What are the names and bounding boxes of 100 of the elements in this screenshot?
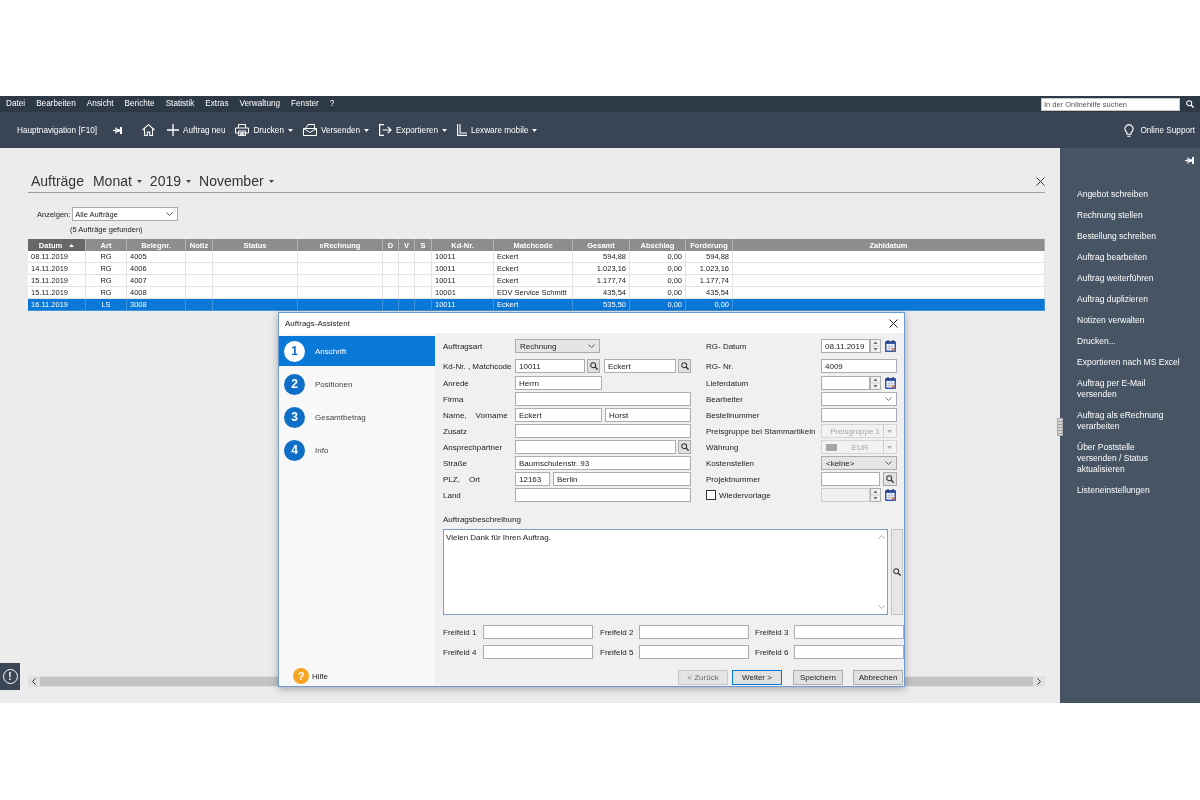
search-icon[interactable] <box>1186 100 1194 108</box>
sidebar-link[interactable]: Angebot schreiben <box>1077 189 1148 200</box>
navigation-button[interactable]: Hauptnavigation [F10] <box>17 120 98 140</box>
cancel-button[interactable]: Abbrechen <box>853 670 903 685</box>
input-field[interactable] <box>794 645 904 659</box>
menu-item[interactable]: ? <box>324 96 340 112</box>
calendar-icon[interactable] <box>885 340 896 352</box>
field-label: Lieferdatum <box>706 378 749 388</box>
corner-icon <box>457 124 467 136</box>
sidebar-link[interactable]: Auftrag bearbeiten <box>1077 252 1147 263</box>
caret-icon <box>136 179 142 183</box>
input-field[interactable]: Berlin <box>553 472 691 486</box>
alert-button[interactable]: ! <box>0 663 20 690</box>
caret-icon <box>887 445 892 449</box>
field-label: Vorname <box>475 410 508 420</box>
field-label: Kostenstellen <box>706 458 755 468</box>
chevron-left-icon[interactable] <box>32 678 36 685</box>
input-field[interactable]: 12163 <box>515 472 550 486</box>
input-field[interactable]: Eckert <box>515 408 602 422</box>
sidebar-link[interactable]: Exportieren nach MS Excel <box>1077 357 1180 368</box>
field-label: Firma <box>443 394 464 404</box>
search-button[interactable] <box>587 359 600 373</box>
field-label: Auftragsart <box>443 341 483 351</box>
search-button[interactable] <box>883 472 897 486</box>
save-button[interactable]: Speichern <box>793 670 843 685</box>
sidebar-link[interactable]: Über Poststelle versenden / Status aktualisieren <box>1077 442 1148 475</box>
next-button[interactable]: Weiter > <box>732 670 782 685</box>
pin-icon[interactable] <box>1185 157 1194 164</box>
wizard-step[interactable]: 2 Positionen <box>279 369 435 399</box>
menu-item[interactable]: Berichte <box>119 96 161 112</box>
splitter-handle[interactable] <box>1057 418 1063 436</box>
input-field[interactable] <box>821 472 880 486</box>
sidebar-link[interactable]: Notizen verwalten <box>1077 315 1145 326</box>
menu-item[interactable]: Verwaltung <box>234 96 286 112</box>
dropdown[interactable]: Rechnung <box>515 339 600 353</box>
input-field[interactable] <box>515 392 691 406</box>
close-icon[interactable] <box>1036 176 1045 186</box>
toolbar-button[interactable]: Drucken <box>235 120 293 140</box>
sidebar-link[interactable]: Auftrag als eRechnung verarbeiten <box>1077 410 1164 432</box>
period-dropdown[interactable]: November <box>199 173 274 189</box>
input-field[interactable]: Eckert <box>604 359 676 373</box>
spinner-icon[interactable] <box>870 339 881 353</box>
period-dropdown[interactable]: Monat <box>92 173 142 189</box>
spinner-icon[interactable] <box>870 376 881 390</box>
input-field[interactable] <box>515 424 691 438</box>
input-field[interactable] <box>794 625 904 639</box>
field-label: Bearbeiter <box>706 394 743 404</box>
caret-icon <box>364 128 370 132</box>
input-field[interactable] <box>515 440 676 454</box>
sidebar-link[interactable]: Bestellung schreiben <box>1077 231 1156 242</box>
search-button[interactable] <box>678 440 691 454</box>
input-field[interactable] <box>821 408 897 422</box>
wizard-step[interactable]: 4 Info <box>279 435 435 465</box>
help-link[interactable]: Hilfe <box>312 671 328 681</box>
chevron-right-icon[interactable] <box>1037 678 1041 685</box>
input-field[interactable]: Horst <box>605 408 691 422</box>
sidebar-link[interactable]: Auftrag duplizieren <box>1077 294 1148 305</box>
support-link[interactable]: Online Support <box>1124 120 1195 140</box>
chevron-down-icon <box>166 212 174 216</box>
close-icon[interactable] <box>889 318 898 328</box>
menu-item[interactable]: Datei <box>0 96 31 112</box>
input-field[interactable]: 4009 <box>821 359 897 373</box>
sidebar-link[interactable]: Drucken... <box>1077 336 1116 347</box>
input-field[interactable] <box>483 645 593 659</box>
date-field[interactable]: 08.11.2019 <box>821 339 870 353</box>
field-label: Ort <box>468 474 480 484</box>
spinner-icon[interactable] <box>870 488 881 502</box>
toolbar-button[interactable]: Versenden <box>302 120 370 140</box>
input-field[interactable] <box>639 645 749 659</box>
toolbar-button[interactable]: Lexware mobile <box>457 120 538 140</box>
input-field[interactable] <box>483 625 593 639</box>
calendar-icon[interactable] <box>885 489 896 501</box>
search-button[interactable] <box>678 359 691 373</box>
menu-item[interactable]: Extras <box>199 96 235 112</box>
search-icon <box>886 475 894 483</box>
menu-item[interactable]: Bearbeiten <box>30 96 82 112</box>
dropdown[interactable]: <keine> <box>821 456 897 470</box>
wizard-step[interactable]: 3 Gesamtbetrag <box>279 402 435 432</box>
menu-item[interactable]: Fenster <box>285 96 325 112</box>
toolbar-button[interactable]: Auftrag neu <box>167 120 226 140</box>
input-field[interactable] <box>515 488 691 502</box>
menu-item[interactable]: Statistik <box>160 96 200 112</box>
sidebar-link[interactable]: Rechnung stellen <box>1077 210 1143 221</box>
sidebar-link[interactable]: Auftrag weiterführen <box>1077 273 1154 284</box>
sidebar-link[interactable]: Auftrag per E-Mail versenden <box>1077 378 1146 400</box>
menu-item[interactable]: Ansicht <box>81 96 120 112</box>
field-label: Freifeld 6 <box>754 647 790 657</box>
input-field[interactable]: 10011 <box>515 359 585 373</box>
input-field[interactable] <box>639 625 749 639</box>
input-field[interactable]: Baumschulenstr. 93 <box>515 456 691 470</box>
pin-icon[interactable] <box>113 126 123 134</box>
toolbar-button[interactable]: Exportieren <box>379 120 447 140</box>
wizard-step[interactable]: 1 Anschrift <box>279 336 435 366</box>
swatch-icon <box>826 443 837 451</box>
calendar-icon[interactable] <box>885 377 896 389</box>
period-dropdown[interactable]: 2019 <box>149 173 191 189</box>
date-field[interactable] <box>821 376 870 390</box>
input-field[interactable]: Herrn <box>515 376 602 390</box>
chevron-down-icon <box>588 344 595 348</box>
sidebar-link[interactable]: Listeneinstellungen <box>1077 485 1150 496</box>
